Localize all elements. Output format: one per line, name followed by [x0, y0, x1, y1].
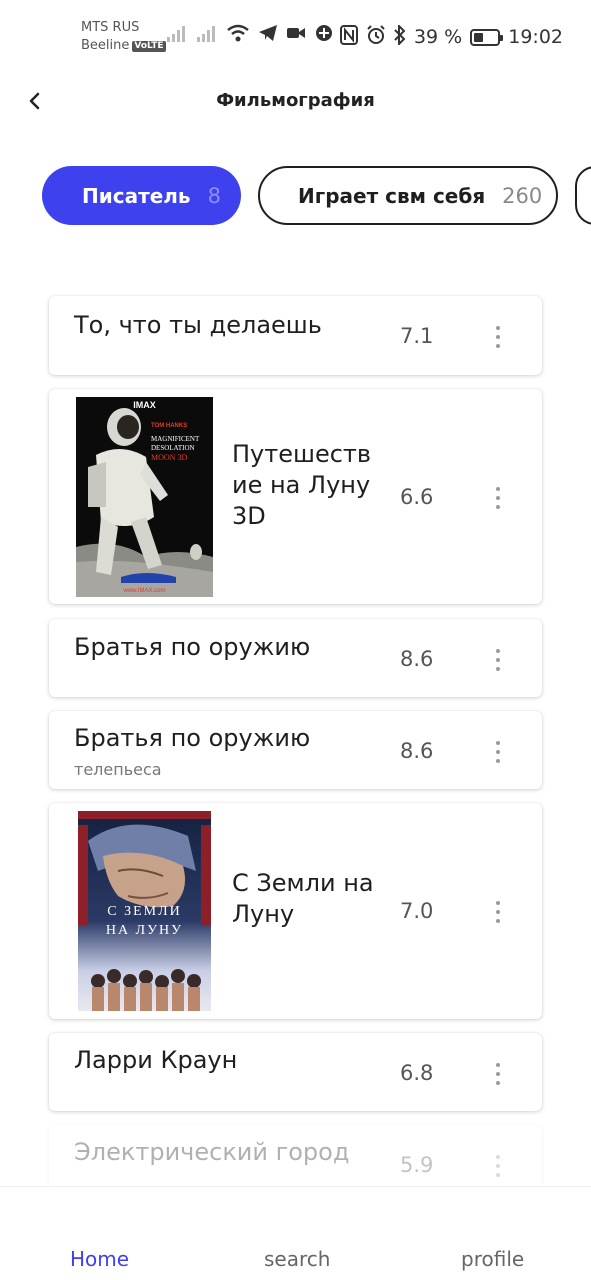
poster-line-1: С ЗЕМЛИ [107, 904, 182, 919]
signal-icon [197, 26, 215, 42]
clock: 19:02 [508, 26, 563, 48]
nav-profile[interactable]: profile [461, 1247, 524, 1271]
signal-icons [166, 24, 334, 42]
poster-image [76, 397, 213, 597]
nfc-icon [339, 25, 358, 49]
bottom-nav: Home search profile [0, 1186, 591, 1280]
page-title: Фильмография [216, 90, 375, 111]
more-vert-icon[interactable] [487, 739, 509, 765]
nav-search[interactable]: search [264, 1247, 330, 1271]
role-filter-chips: Писатель 8 Играет свм себя 260 [42, 166, 591, 226]
list-item[interactable]: Ларри Краун 6.8 [49, 1033, 542, 1111]
more-vert-icon[interactable] [487, 485, 509, 511]
poster-line-2: НА ЛУНУ [105, 923, 184, 938]
film-subtitle: телепьеса [74, 760, 162, 779]
poster-line-2: MAGNIFICENT [151, 435, 200, 443]
film-rating: 6.6 [400, 485, 434, 509]
more-vert-icon[interactable] [487, 1153, 509, 1179]
carrier-2-row: Beeline VoLTE [81, 37, 166, 55]
film-rating: 5.9 [400, 1153, 434, 1177]
carrier-1: MTS RUS [81, 20, 140, 35]
list-item[interactable]: Братья по оружию телепьеса 8.6 [49, 711, 542, 789]
chip-next[interactable] [575, 166, 591, 225]
film-title: Электрический город [74, 1138, 350, 1166]
volte-badge: VoLTE [132, 40, 166, 52]
more-vert-icon[interactable] [487, 324, 509, 350]
poster-line-1: TOM HANKS [151, 423, 188, 429]
carrier-2: Beeline [81, 38, 130, 53]
carrier-info: MTS RUS Beeline VoLTE [81, 19, 166, 55]
vpn-icon [316, 25, 332, 41]
film-rating: 8.6 [400, 739, 434, 763]
chip-label: Писатель [82, 183, 191, 208]
nav-home[interactable]: Home [70, 1247, 129, 1271]
film-title: Братья по оружию [74, 724, 311, 752]
list-item[interactable]: То, что ты делаешь 7.1 [49, 296, 542, 375]
film-rating: 7.0 [400, 899, 434, 923]
signal-icon [167, 26, 185, 42]
list-item[interactable]: С ЗЕМЛИ НА ЛУНУ С Земли на Луну 7.0 [49, 803, 542, 1019]
poster-line-4: MOON 3D [151, 453, 188, 462]
status-bar: MTS RUS Beeline VoLTE 39 % 19:02 [0, 0, 591, 70]
telegram-icon [259, 25, 277, 41]
list-item[interactable]: IMAX TOM HANKS MAGNIFICENT DESOLATION MO… [49, 389, 542, 604]
chip-self[interactable]: Играет свм себя 260 [258, 166, 558, 225]
film-title: Путешеств ие на Луну 3D [232, 440, 372, 530]
film-rating: 6.8 [400, 1061, 434, 1085]
poster-footer: www.IMAX.com [123, 588, 166, 594]
battery-percent: 39 % [413, 26, 463, 48]
more-vert-icon[interactable] [487, 647, 509, 673]
film-title: Ларри Краун [74, 1046, 238, 1074]
alarm-icon [366, 25, 386, 49]
status-right: 39 % 19:02 [339, 23, 563, 49]
film-rating: 7.1 [400, 324, 434, 348]
poster-brand: IMAX [133, 400, 156, 410]
bluetooth-icon [394, 23, 406, 49]
more-vert-icon[interactable] [487, 1061, 509, 1087]
wifi-icon [227, 24, 249, 42]
film-poster: IMAX TOM HANKS MAGNIFICENT DESOLATION MO… [76, 397, 213, 597]
chip-count: 260 [502, 183, 543, 208]
poster-line-3: DESOLATION [151, 444, 195, 452]
chip-label: Играет свм себя [298, 183, 486, 208]
chip-count: 8 [207, 183, 221, 208]
film-title: С Земли на Луну [232, 869, 374, 928]
film-rating: 8.6 [400, 647, 434, 671]
video-icon [287, 28, 305, 38]
more-vert-icon[interactable] [487, 899, 509, 925]
list-item[interactable]: Братья по оружию 8.6 [49, 619, 542, 697]
battery-level [474, 32, 483, 42]
battery-icon [470, 28, 504, 46]
app-header: Фильмография [0, 70, 591, 134]
film-poster: С ЗЕМЛИ НА ЛУНУ [78, 811, 211, 1011]
chip-writer[interactable]: Писатель 8 [42, 166, 241, 225]
film-title: Братья по оружию [74, 633, 311, 661]
film-title: То, что ты делаешь [74, 311, 322, 339]
